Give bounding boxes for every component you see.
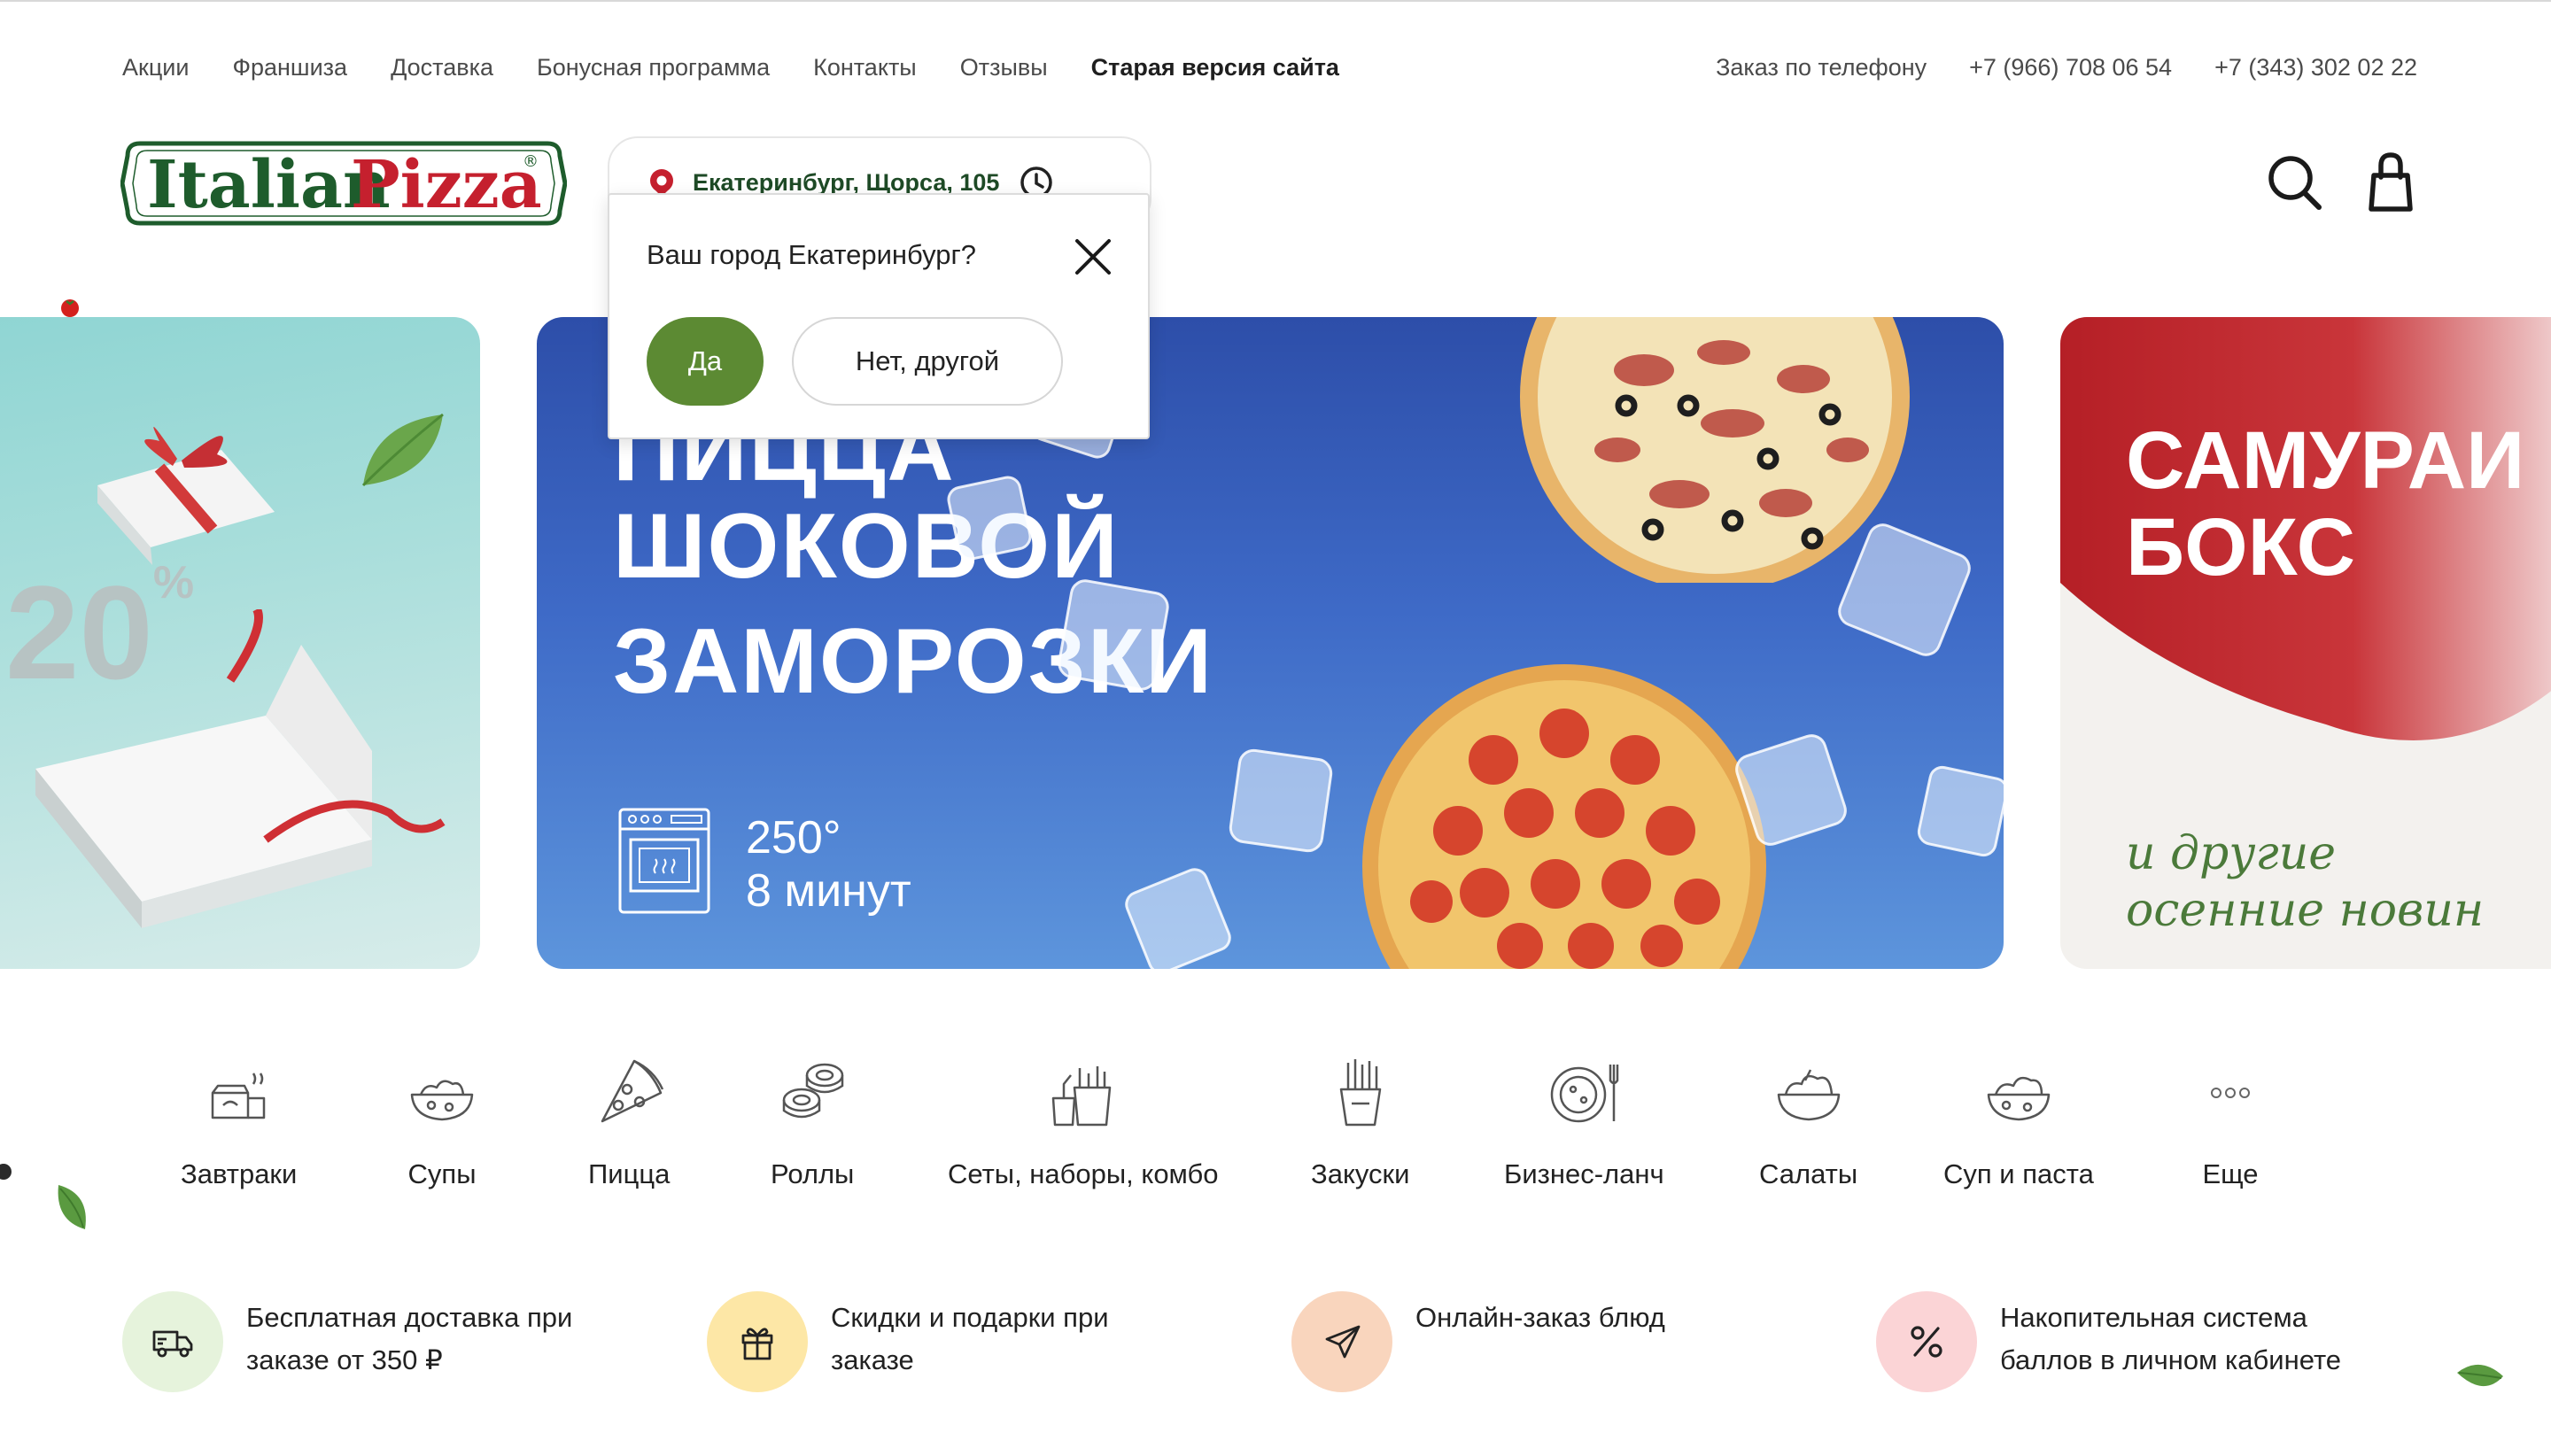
basil-leaf-decoration-icon [2457, 1364, 2503, 1387]
basil-leaf-illustration [361, 413, 444, 487]
feature-line: заказе [831, 1344, 914, 1375]
search-icon[interactable] [2264, 151, 2322, 213]
category-salads[interactable]: Салаты [1759, 1054, 1857, 1190]
promo-banner-samurai-box[interactable]: САМУРАИ БОКС и другие осенние новин [2060, 317, 2551, 969]
top-nav: Акции Франшиза Доставка Бонусная програм… [122, 51, 1383, 83]
phone-link-2[interactable]: +7 (343) 302 02 22 [2214, 54, 2417, 81]
category-label: Салаты [1759, 1158, 1858, 1189]
feature-text: Скидки и подарки при заказе [831, 1297, 1109, 1382]
category-label: Пицца [588, 1158, 671, 1189]
tomato-decoration-icon [61, 299, 79, 317]
feature-line: Накопительная система [2000, 1302, 2307, 1333]
nav-link-franchise[interactable]: Франшиза [232, 54, 347, 81]
snacks-icon [1339, 1059, 1381, 1127]
feature-icon-circle [1291, 1291, 1392, 1392]
feature-discounts-gifts: Скидки и подарки при заказе [707, 1291, 1109, 1392]
feature-text: Накопительная система баллов в личном ка… [2000, 1297, 2341, 1382]
feature-loyalty-points: Накопительная система баллов в личном ка… [1876, 1291, 2341, 1392]
feature-line: Онлайн-заказ блюд [1415, 1302, 1665, 1333]
city-confirm-yes-button[interactable]: Да [647, 317, 764, 406]
category-soup-pasta[interactable]: Суп и паста [1943, 1054, 2094, 1190]
breakfast-icon [211, 1073, 265, 1119]
category-more[interactable]: Еще [2191, 1054, 2269, 1190]
phone-link-1[interactable]: +7 (966) 708 06 54 [1969, 54, 2172, 81]
feature-online-order: Онлайн-заказ блюд [1291, 1291, 1665, 1392]
percent-icon [1911, 1326, 1942, 1358]
feature-icon-circle [122, 1291, 223, 1392]
open-gift-box-illustration [35, 609, 446, 928]
category-label: Супы [407, 1158, 477, 1189]
category-label: Роллы [771, 1158, 855, 1189]
feature-line: заказе от 350 ₽ [246, 1344, 443, 1375]
feature-icon-circle [1876, 1291, 1977, 1392]
nav-link-reviews[interactable]: Отзывы [960, 54, 1048, 81]
soup-pasta-icon [1987, 1076, 2051, 1121]
category-breakfast[interactable]: Завтраки [181, 1054, 297, 1190]
logo-word-pizza: Pizza [351, 147, 542, 223]
category-pizza[interactable]: Пицца [588, 1054, 670, 1190]
category-label: Закуски [1311, 1158, 1410, 1189]
category-label: Завтраки [181, 1158, 298, 1189]
gift-icon [741, 1328, 773, 1360]
olive-decoration-icon [0, 1164, 12, 1180]
nav-link-delivery[interactable]: Доставка [391, 54, 493, 81]
banner-right-subtitle-line1: и другие [2126, 827, 2336, 880]
top-rule [0, 0, 2551, 2]
logo-registered-mark: ® [523, 152, 539, 171]
combo-icon [1051, 1066, 1112, 1127]
shopping-bag-icon[interactable] [2361, 151, 2420, 213]
category-label: Бизнес-ланч [1504, 1158, 1664, 1189]
feature-line: Скидки и подарки при [831, 1302, 1109, 1333]
banner-right-title-line1: САМУРАИ [2126, 415, 2525, 506]
phone-order-label: Заказ по телефону [1716, 53, 1927, 81]
category-soups[interactable]: Супы [403, 1054, 481, 1190]
category-label: Еще [2202, 1158, 2259, 1189]
category-bar: Завтраки Супы Пицца Роллы Сеты, наборы, … [0, 1054, 2551, 1213]
feature-icon-circle [707, 1291, 808, 1392]
banner-right-title-line2: БОКС [2126, 502, 2356, 592]
category-label: Суп и паста [1943, 1158, 2094, 1189]
soup-icon [410, 1080, 474, 1121]
feature-line: баллов в личном кабинете [2000, 1344, 2342, 1375]
address-text: Екатеринбург, Щорса, 105 [693, 168, 1000, 196]
basil-leaf-decoration-icon [58, 1185, 86, 1229]
feature-line: Бесплатная доставка при [246, 1302, 573, 1333]
delivery-truck-icon [152, 1330, 193, 1358]
city-confirm-question: Ваш город Екатеринбург? [647, 239, 977, 270]
send-icon [1325, 1325, 1361, 1359]
category-snacks[interactable]: Закуски [1311, 1054, 1409, 1190]
site-logo[interactable]: Italian Pizza ® [120, 136, 567, 230]
category-combo[interactable]: Сеты, наборы, комбо [948, 1054, 1219, 1190]
city-confirm-no-button[interactable]: Нет, другой [792, 317, 1063, 406]
category-business-lunch[interactable]: Бизнес-ланч [1504, 1054, 1664, 1190]
nav-link-bonus-program[interactable]: Бонусная программа [537, 54, 770, 81]
category-rolls[interactable]: Роллы [771, 1054, 854, 1190]
category-label: Сеты, наборы, комбо [948, 1158, 1219, 1189]
nav-link-old-site[interactable]: Старая версия сайта [1091, 54, 1339, 81]
feature-text: Онлайн-заказ блюд [1415, 1297, 1665, 1339]
nav-link-contacts[interactable]: Контакты [813, 54, 917, 81]
banner-right-subtitle-line2: осенние новин [2126, 884, 2485, 937]
business-lunch-icon [1551, 1065, 1619, 1123]
salad-icon [1777, 1069, 1840, 1121]
phone-block: Заказ по телефону +7 (966) 708 06 54 +7 … [1716, 51, 2417, 83]
feature-free-delivery: Бесплатная доставка при заказе от 350 ₽ [122, 1291, 572, 1392]
promo-banner-gift[interactable]: 20% [0, 317, 480, 969]
percent-sign: % [152, 557, 195, 608]
nav-link-promotions[interactable]: Акции [122, 54, 189, 81]
pizza-icon [601, 1059, 664, 1123]
rolls-icon [782, 1063, 844, 1119]
more-icon [2211, 1088, 2250, 1098]
close-icon[interactable] [1070, 234, 1116, 280]
city-confirm-popup: Ваш город Екатеринбург? Да Нет, другой [608, 193, 1150, 439]
feature-text: Бесплатная доставка при заказе от 350 ₽ [246, 1297, 572, 1382]
